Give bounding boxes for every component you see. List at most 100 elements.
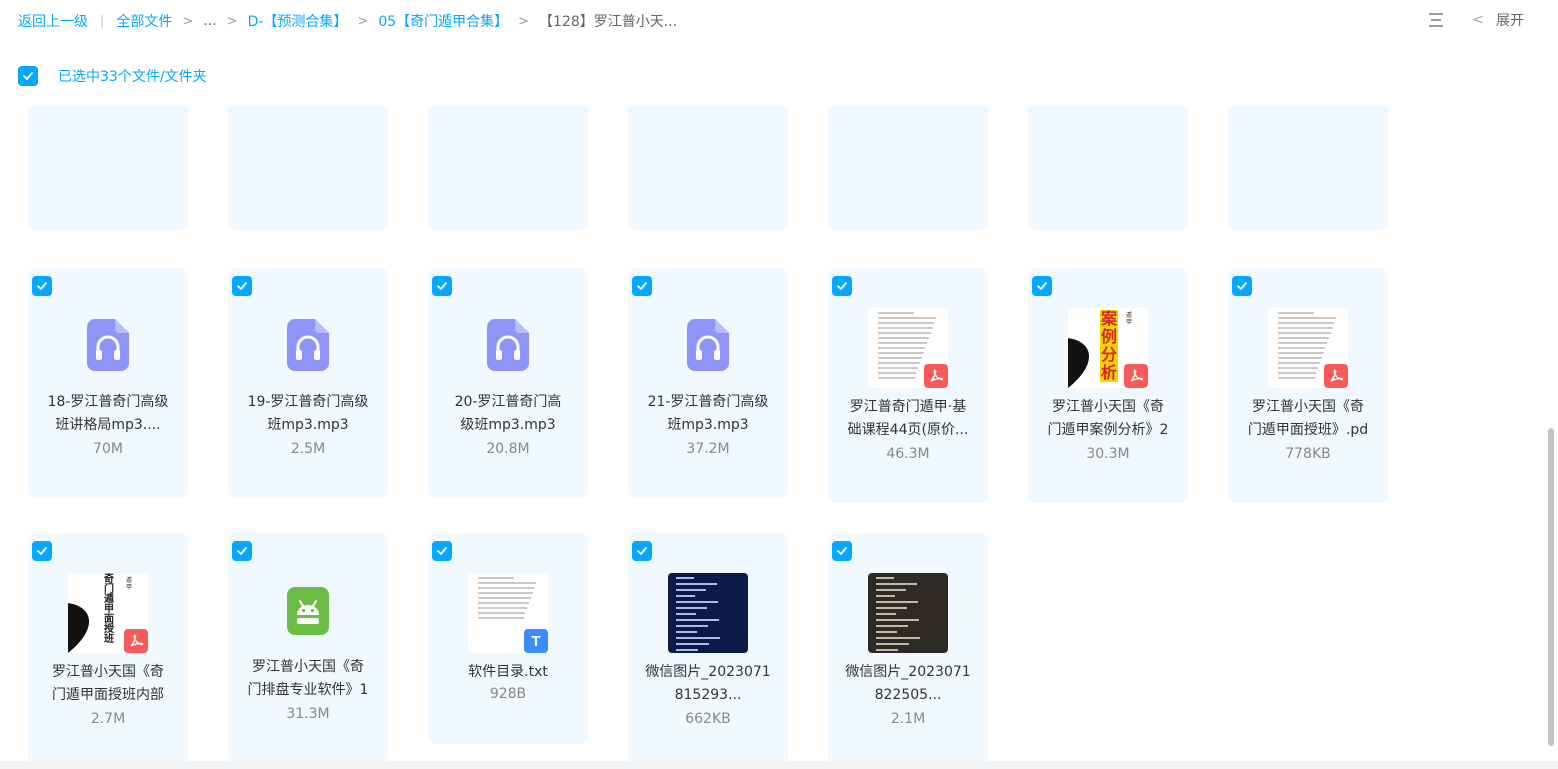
file-card[interactable]: 15-罗江普奇门高级班mp3.mp338M — [828, 106, 988, 230]
file-card[interactable]: 14-罗江普奇门高级班mp3.mp368M — [628, 106, 788, 230]
file-name-line2: 门遁甲面授班内部 — [52, 687, 164, 703]
file-card[interactable]: 微信图片_2023071 815293... 662KB — [628, 533, 788, 761]
file-card[interactable]: 20-罗江普奇门高 级班mp3.mp3 20.8M — [428, 268, 588, 498]
file-checkbox[interactable] — [832, 541, 852, 561]
expand-button[interactable]: 展开 — [1496, 10, 1524, 30]
file-card[interactable]: 19-罗江普奇门高级 班mp3.mp3 2.5M — [228, 268, 388, 498]
check-icon — [437, 547, 447, 555]
file-checkbox[interactable] — [32, 541, 52, 561]
file-name[interactable]: 21-罗江普奇门高级 班mp3.mp3 — [628, 391, 788, 437]
cover-title: 案例分析 — [1100, 309, 1118, 382]
chevron-right-icon: > — [357, 13, 369, 29]
file-card[interactable]: 微信图片_2023071 822505... 2.1M — [828, 533, 988, 761]
file-name-line2: 815293... — [674, 687, 742, 703]
file-checkbox[interactable] — [632, 541, 652, 561]
check-icon — [23, 72, 33, 80]
file-name-line1: 微信图片_2023071 — [845, 664, 971, 680]
file-name[interactable]: 20-罗江普奇门高 级班mp3.mp3 — [428, 391, 588, 437]
file-size: 778KB — [1285, 446, 1331, 462]
chevron-right-icon: > — [518, 13, 530, 29]
file-name[interactable]: 软件目录.txt — [428, 661, 588, 684]
file-size: 2.5M — [290, 441, 326, 457]
file-name-line1: 软件目录.txt — [468, 664, 548, 680]
file-card[interactable]: 16-罗江普奇门高级班讲格局mp3....74.6M — [1028, 106, 1188, 230]
list-view-icon[interactable] — [1428, 12, 1444, 28]
text-file-icon: T — [524, 629, 548, 653]
file-size: 2.1M — [890, 711, 926, 727]
breadcrumb-level1[interactable]: D-【预测合集】 — [248, 11, 348, 31]
file-card[interactable]: 21-罗江普奇门高级 班mp3.mp3 37.2M — [628, 268, 788, 498]
breadcrumb: 返回上一级 | 全部文件 > ... > D-【预测合集】 > 05【奇门遁甲合… — [18, 11, 677, 31]
file-size: 30.3M — [1086, 446, 1130, 462]
file-card[interactable]: 奇门遁甲面授班 遁甲 罗江普小天国《奇 门遁甲面授班内部 2.7M — [28, 533, 188, 761]
android-icon — [287, 587, 329, 635]
file-checkbox[interactable] — [432, 541, 452, 561]
file-name[interactable]: 19-罗江普奇门高级 班mp3.mp3 — [228, 391, 388, 437]
file-card[interactable]: 12-罗江普·奇门高级班mp3.mp331.5M — [228, 106, 388, 230]
file-card[interactable]: 罗江普小天国《奇 门排盘专业软件》1 31.3M — [228, 533, 388, 761]
file-size: 37.2M — [686, 441, 730, 457]
file-name[interactable]: 罗江普小天国《奇 门排盘专业软件》1 — [228, 656, 388, 702]
file-name-line1: 20-罗江普奇门高 — [454, 394, 562, 410]
file-checkbox[interactable] — [1232, 276, 1252, 296]
breadcrumb-level2[interactable]: 05【奇门遁甲合集】 — [378, 11, 508, 31]
breadcrumb-all-files[interactable]: 全部文件 — [116, 11, 172, 31]
check-icon — [637, 547, 647, 555]
file-name-line2: 班mp3.mp3 — [667, 417, 749, 433]
file-name-line1: 罗江普小天国《奇 — [252, 659, 364, 675]
file-name-line2: 级班mp3.mp3 — [460, 417, 556, 433]
breadcrumb-divider: | — [100, 13, 105, 29]
file-name-line2: 门遁甲案例分析》2 — [1047, 422, 1169, 438]
cover-corner-text: 遁甲 — [126, 577, 133, 591]
pdf-icon — [924, 364, 948, 388]
file-name-line1: 19-罗江普奇门高级 — [247, 394, 369, 410]
file-card[interactable]: 17-罗江普·奇门高级班mp3.mp393.9M — [1228, 106, 1388, 230]
headphones-file-icon — [87, 319, 129, 371]
file-checkbox[interactable] — [832, 276, 852, 296]
file-grid: 11-罗江普奇门高级班mp3.mp370.2M 12-罗江普·奇门高级班mp3.m… — [0, 106, 1545, 761]
file-checkbox[interactable] — [32, 276, 52, 296]
view-controls: < 展开 — [1428, 10, 1524, 30]
check-icon — [1237, 282, 1247, 290]
file-checkbox[interactable] — [432, 276, 452, 296]
file-name[interactable]: 微信图片_2023071 822505... — [828, 661, 988, 707]
file-name-line1: 21-罗江普奇门高级 — [647, 394, 769, 410]
file-size: 20.8M — [486, 441, 530, 457]
select-all-bar: 已选中33个文件/文件夹 — [18, 66, 207, 86]
file-name[interactable]: 罗江普小天国《奇 门遁甲面授班内部 — [28, 661, 188, 707]
chevron-left-icon[interactable]: < — [1472, 12, 1484, 28]
file-name[interactable]: 罗江普小天国《奇 门遁甲面授班》.pd — [1228, 396, 1388, 442]
file-name[interactable]: 微信图片_2023071 815293... — [628, 661, 788, 707]
file-card[interactable]: 11-罗江普奇门高级班mp3.mp370.2M — [28, 106, 188, 230]
file-checkbox[interactable] — [232, 541, 252, 561]
file-card[interactable]: 18-罗江普奇门高级 班讲格局mp3.... 70M — [28, 268, 188, 498]
file-card[interactable]: 罗江普奇门遁甲·基 础课程44页(原价... 46.3M — [828, 268, 988, 503]
file-size: 70M — [93, 441, 123, 457]
pdf-icon — [1324, 364, 1348, 388]
file-name[interactable]: 罗江普小天国《奇 门遁甲案例分析》2 — [1028, 396, 1188, 442]
file-card[interactable]: 案例分析 遁甲罗江普小天国《奇 门遁甲案例分析》2 30.3M — [1028, 268, 1188, 503]
file-card[interactable]: 13-罗江普奇门高级班mp3.mp371.1M — [428, 106, 588, 230]
selection-count: 已选中33个文件/文件夹 — [58, 69, 207, 85]
headphones-file-icon — [687, 319, 729, 371]
file-name[interactable]: 罗江普奇门遁甲·基 础课程44页(原价... — [828, 396, 988, 442]
file-card[interactable]: T 软件目录.txt 928B — [428, 533, 588, 744]
file-name-line2: 门遁甲面授班》.pd — [1247, 422, 1369, 438]
select-all-checkbox[interactable] — [18, 66, 38, 86]
file-checkbox[interactable] — [632, 276, 652, 296]
file-checkbox[interactable] — [1032, 276, 1052, 296]
file-name[interactable]: 18-罗江普奇门高级 班讲格局mp3.... — [28, 391, 188, 437]
file-size: 31.3M — [286, 706, 330, 722]
breadcrumb-ellipsis[interactable]: ... — [203, 13, 216, 29]
file-name-line2: 班mp3.mp3 — [267, 417, 349, 433]
top-bar: 返回上一级 | 全部文件 > ... > D-【预测合集】 > 05【奇门遁甲合… — [0, 0, 1558, 44]
cover-corner-text: 遁甲 — [1126, 312, 1133, 326]
file-checkbox[interactable] — [232, 276, 252, 296]
bottom-border — [0, 761, 1558, 769]
cover-title: 奇门遁甲面授班 — [104, 574, 114, 645]
file-size: 928B — [489, 686, 527, 702]
back-link[interactable]: 返回上一级 — [18, 11, 88, 31]
pdf-icon — [1124, 364, 1148, 388]
file-card[interactable]: 罗江普小天国《奇 门遁甲面授班》.pd 778KB — [1228, 268, 1388, 503]
scrollbar[interactable] — [1548, 428, 1554, 746]
